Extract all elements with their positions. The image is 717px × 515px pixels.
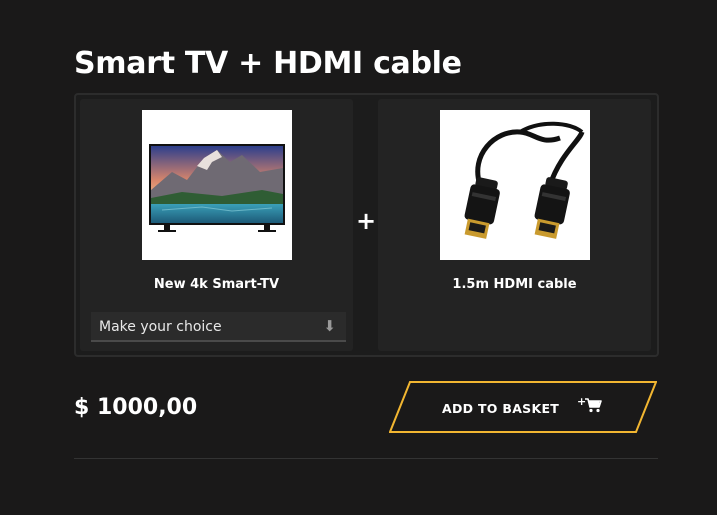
variant-select-value: Make your choice [99, 319, 222, 335]
add-to-basket-label: ADD TO BASKET [442, 401, 560, 416]
plus-icon: + [356, 207, 377, 235]
product-card-hdmi-cable: 1.5m HDMI cable [378, 99, 651, 351]
bundle-products-box: New 4k Smart-TV Make your choice ⬇ + 1.5… [74, 93, 659, 357]
svg-text:+: + [577, 396, 586, 408]
add-to-cart-icon: + [577, 395, 603, 418]
bundle-title: Smart TV + HDMI cable [74, 46, 462, 81]
product-card-smart-tv: New 4k Smart-TV Make your choice ⬇ [80, 99, 353, 351]
variant-select[interactable]: Make your choice ⬇ [91, 312, 346, 342]
bundle-price: $ 1000,00 [74, 395, 198, 420]
hdmi-cable-image[interactable] [440, 110, 590, 260]
product-name: New 4k Smart-TV [153, 277, 280, 292]
add-to-basket-button[interactable]: ADD TO BASKET + [389, 381, 657, 433]
smart-tv-image[interactable] [142, 110, 292, 260]
down-arrow-icon: ⬇ [323, 317, 336, 335]
product-name: 1.5m HDMI cable [452, 277, 577, 292]
bundle-page: Smart TV + HDMI cable New 4k Smart-TV Ma… [0, 0, 717, 515]
section-divider [74, 458, 658, 459]
